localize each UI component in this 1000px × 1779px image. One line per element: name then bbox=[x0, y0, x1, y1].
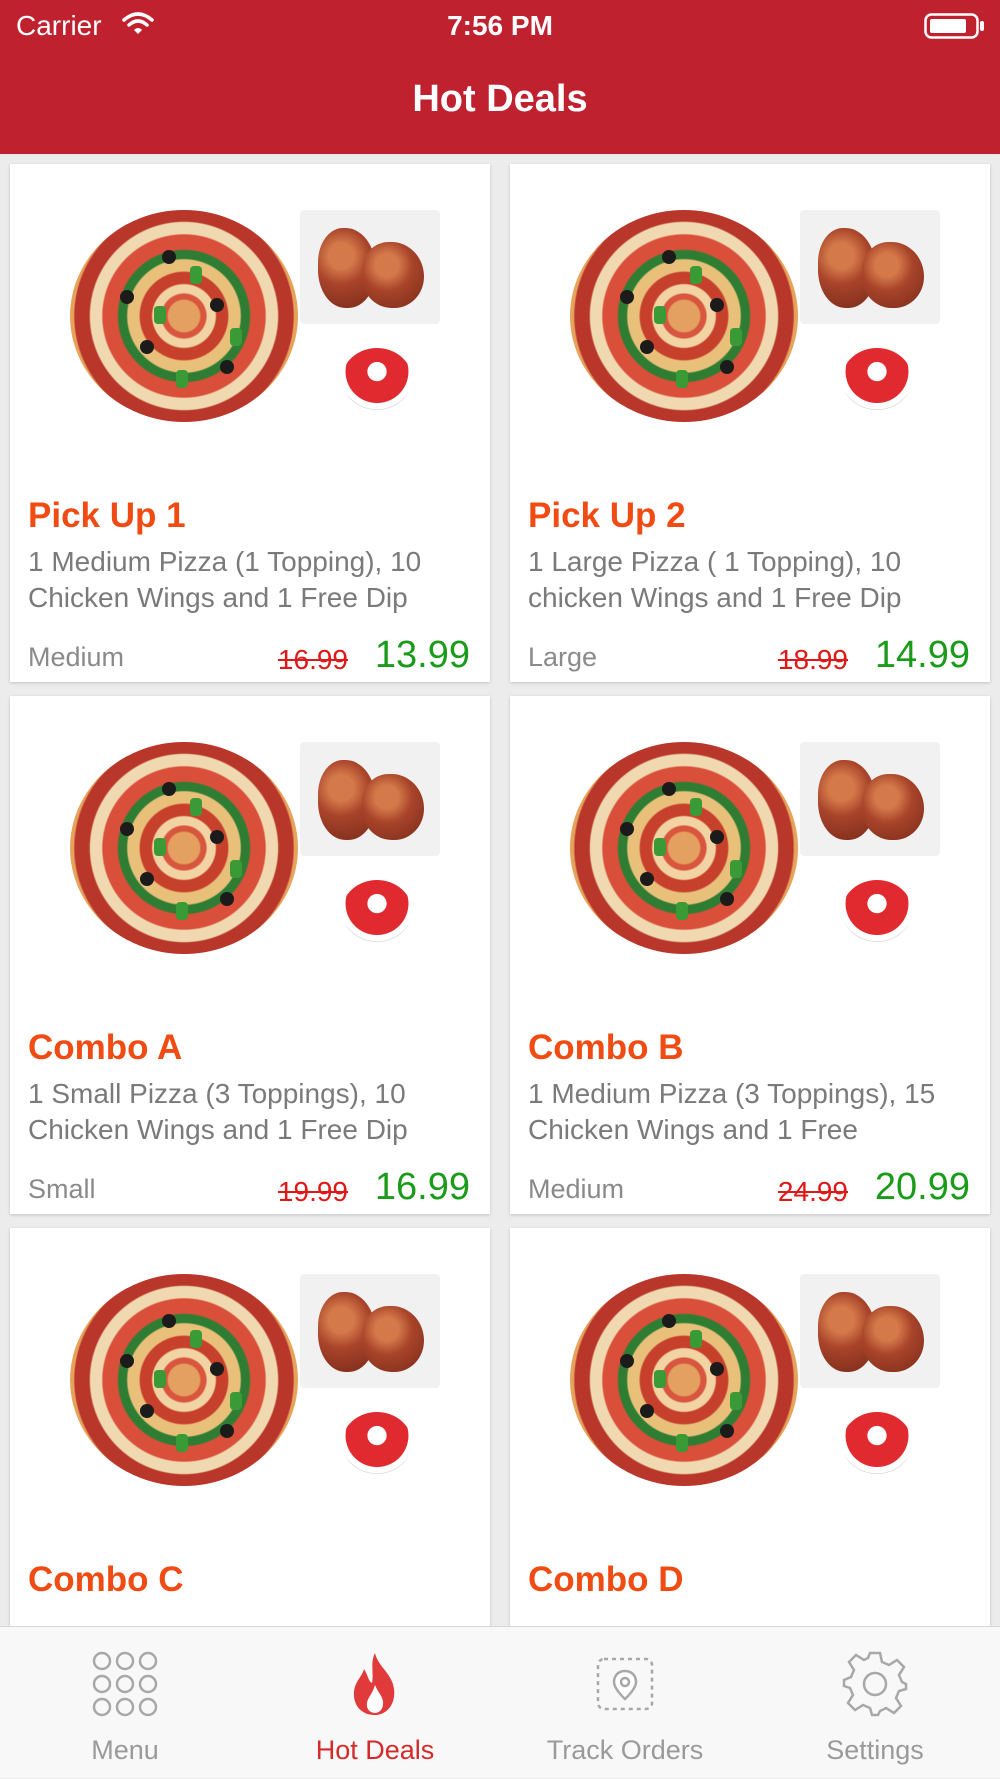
deal-size: Medium bbox=[528, 1174, 625, 1204]
tab-hot-deals[interactable]: Hot Deals bbox=[250, 1627, 500, 1779]
deal-name: Pick Up 2 bbox=[528, 496, 686, 535]
flame-icon bbox=[340, 1649, 410, 1719]
deal-size: Large bbox=[528, 642, 598, 672]
pizza-image bbox=[70, 742, 298, 954]
chicken-wings-image bbox=[800, 210, 940, 324]
deal-name: Combo D bbox=[528, 1560, 684, 1599]
chicken-wings-image bbox=[300, 210, 440, 324]
pizza-image bbox=[570, 210, 798, 422]
dip-cup-image bbox=[342, 1412, 412, 1474]
battery-icon bbox=[924, 13, 986, 44]
deal-price: 14.99 bbox=[874, 634, 970, 676]
grid-icon bbox=[90, 1649, 160, 1719]
dip-cup-image bbox=[842, 1412, 912, 1474]
dip-cup-image bbox=[842, 348, 912, 410]
chicken-wings-image bbox=[300, 742, 440, 856]
deal-description: 1 Medium Pizza (3 Toppings), 15 Chicken … bbox=[528, 1078, 936, 1145]
pizza-image bbox=[70, 210, 298, 422]
deal-card-combo-d[interactable]: Combo D bbox=[510, 1228, 990, 1626]
deal-image bbox=[10, 1228, 490, 1528]
deal-image bbox=[510, 1228, 990, 1528]
deal-image bbox=[10, 164, 490, 464]
deal-description: 1 Medium Pizza (1 Topping), 10 Chicken W… bbox=[28, 546, 422, 613]
deal-name: Combo C bbox=[28, 1560, 184, 1599]
tab-bar: Menu Hot Deals Track Orders Settings bbox=[0, 1626, 1000, 1778]
deal-old-price: 19.99 bbox=[277, 1176, 348, 1207]
gear-icon bbox=[840, 1649, 910, 1719]
tab-settings[interactable]: Settings bbox=[750, 1627, 1000, 1779]
deal-card-pick-up-2[interactable]: Pick Up 2 1 Large Pizza ( 1 Topping), 10… bbox=[510, 164, 990, 682]
deal-price: 13.99 bbox=[374, 634, 470, 676]
tab-menu[interactable]: Menu bbox=[0, 1627, 250, 1779]
deal-old-price: 24.99 bbox=[777, 1176, 848, 1207]
navigation-bar: Hot Deals bbox=[0, 50, 1000, 154]
deal-name: Pick Up 1 bbox=[28, 496, 186, 535]
deal-description: 1 Large Pizza ( 1 Topping), 10 chicken W… bbox=[528, 546, 902, 613]
dip-cup-image bbox=[342, 880, 412, 942]
deal-price: 20.99 bbox=[874, 1166, 970, 1208]
chicken-wings-image bbox=[800, 742, 940, 856]
deals-grid[interactable]: Pick Up 1 1 Medium Pizza (1 Topping), 10… bbox=[0, 154, 1000, 1626]
pizza-image bbox=[70, 1274, 298, 1486]
clock: 7:56 PM bbox=[447, 10, 553, 41]
status-bar: Carrier 7:56 PM bbox=[0, 0, 1000, 50]
deal-image bbox=[510, 696, 990, 996]
deal-price: 16.99 bbox=[374, 1166, 470, 1208]
map-pin-icon bbox=[590, 1649, 660, 1719]
pizza-image bbox=[570, 742, 798, 954]
deal-card-combo-a[interactable]: Combo A 1 Small Pizza (3 Toppings), 10 C… bbox=[10, 696, 490, 1214]
tab-label: Settings bbox=[826, 1735, 924, 1765]
tab-track-orders[interactable]: Track Orders bbox=[500, 1627, 750, 1779]
deal-old-price: 18.99 bbox=[777, 644, 848, 675]
page-title: Hot Deals bbox=[412, 78, 588, 120]
chicken-wings-image bbox=[800, 1274, 940, 1388]
tab-label: Menu bbox=[91, 1735, 159, 1765]
deal-name: Combo B bbox=[528, 1028, 684, 1067]
deal-card-pick-up-1[interactable]: Pick Up 1 1 Medium Pizza (1 Topping), 10… bbox=[10, 164, 490, 682]
deal-old-price: 16.99 bbox=[277, 644, 348, 675]
deal-size: Small bbox=[28, 1174, 96, 1204]
deal-image bbox=[10, 696, 490, 996]
deal-description: 1 Small Pizza (3 Toppings), 10 Chicken W… bbox=[28, 1078, 408, 1145]
deal-size: Medium bbox=[28, 642, 125, 672]
dip-cup-image bbox=[842, 880, 912, 942]
chicken-wings-image bbox=[300, 1274, 440, 1388]
dip-cup-image bbox=[342, 348, 412, 410]
tab-label: Hot Deals bbox=[315, 1735, 435, 1765]
deal-name: Combo A bbox=[28, 1028, 183, 1067]
deal-card-combo-b[interactable]: Combo B 1 Medium Pizza (3 Toppings), 15 … bbox=[510, 696, 990, 1214]
tab-label: Track Orders bbox=[546, 1735, 704, 1765]
pizza-image bbox=[570, 1274, 798, 1486]
deal-image bbox=[510, 164, 990, 464]
deal-card-combo-c[interactable]: Combo C bbox=[10, 1228, 490, 1626]
